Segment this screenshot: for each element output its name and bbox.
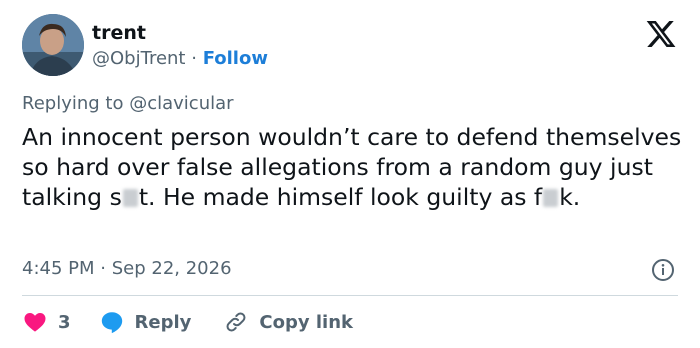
info-icon[interactable] xyxy=(651,258,675,282)
tweet-text: An innocent person wouldn’t care to defe… xyxy=(22,122,690,212)
tweet-timestamp[interactable]: 4:45 PM · Sep 22, 2026 xyxy=(22,258,232,279)
handle-separator: · xyxy=(191,48,197,69)
handle-row: @ObjTrent · Follow xyxy=(92,48,268,69)
censor-blur xyxy=(122,189,138,207)
avatar-image xyxy=(22,14,84,76)
display-name[interactable]: trent xyxy=(92,22,146,44)
tweet-time: 4:45 PM xyxy=(22,258,95,279)
action-bar: 3 Reply Copy link xyxy=(22,307,353,337)
reply-label: Reply xyxy=(134,311,192,333)
divider xyxy=(22,295,678,296)
reply-bubble-icon xyxy=(101,312,122,334)
copy-link-button[interactable]: Copy link xyxy=(223,310,353,334)
replying-to: Replying to @clavicular xyxy=(22,93,234,114)
censor-blur xyxy=(543,189,559,207)
tweet-text-part2: t. He made himself look guilty as f xyxy=(138,183,543,211)
avatar[interactable] xyxy=(22,14,84,76)
link-icon xyxy=(226,312,246,332)
like-count: 3 xyxy=(58,311,71,333)
like-button[interactable]: 3 xyxy=(22,310,71,334)
follow-button[interactable]: Follow xyxy=(203,48,268,69)
user-handle[interactable]: @ObjTrent xyxy=(92,48,186,69)
heart-icon xyxy=(24,313,46,332)
reply-button[interactable]: Reply xyxy=(99,310,192,334)
tweet-text-part3: k. xyxy=(559,183,581,211)
tweet-date: Sep 22, 2026 xyxy=(111,258,232,279)
replying-handle[interactable]: @clavicular xyxy=(129,93,233,114)
replying-prefix: Replying to xyxy=(22,93,124,114)
copy-link-label: Copy link xyxy=(259,311,353,333)
timestamp-separator: · xyxy=(100,258,106,279)
x-logo-icon[interactable] xyxy=(645,18,677,50)
